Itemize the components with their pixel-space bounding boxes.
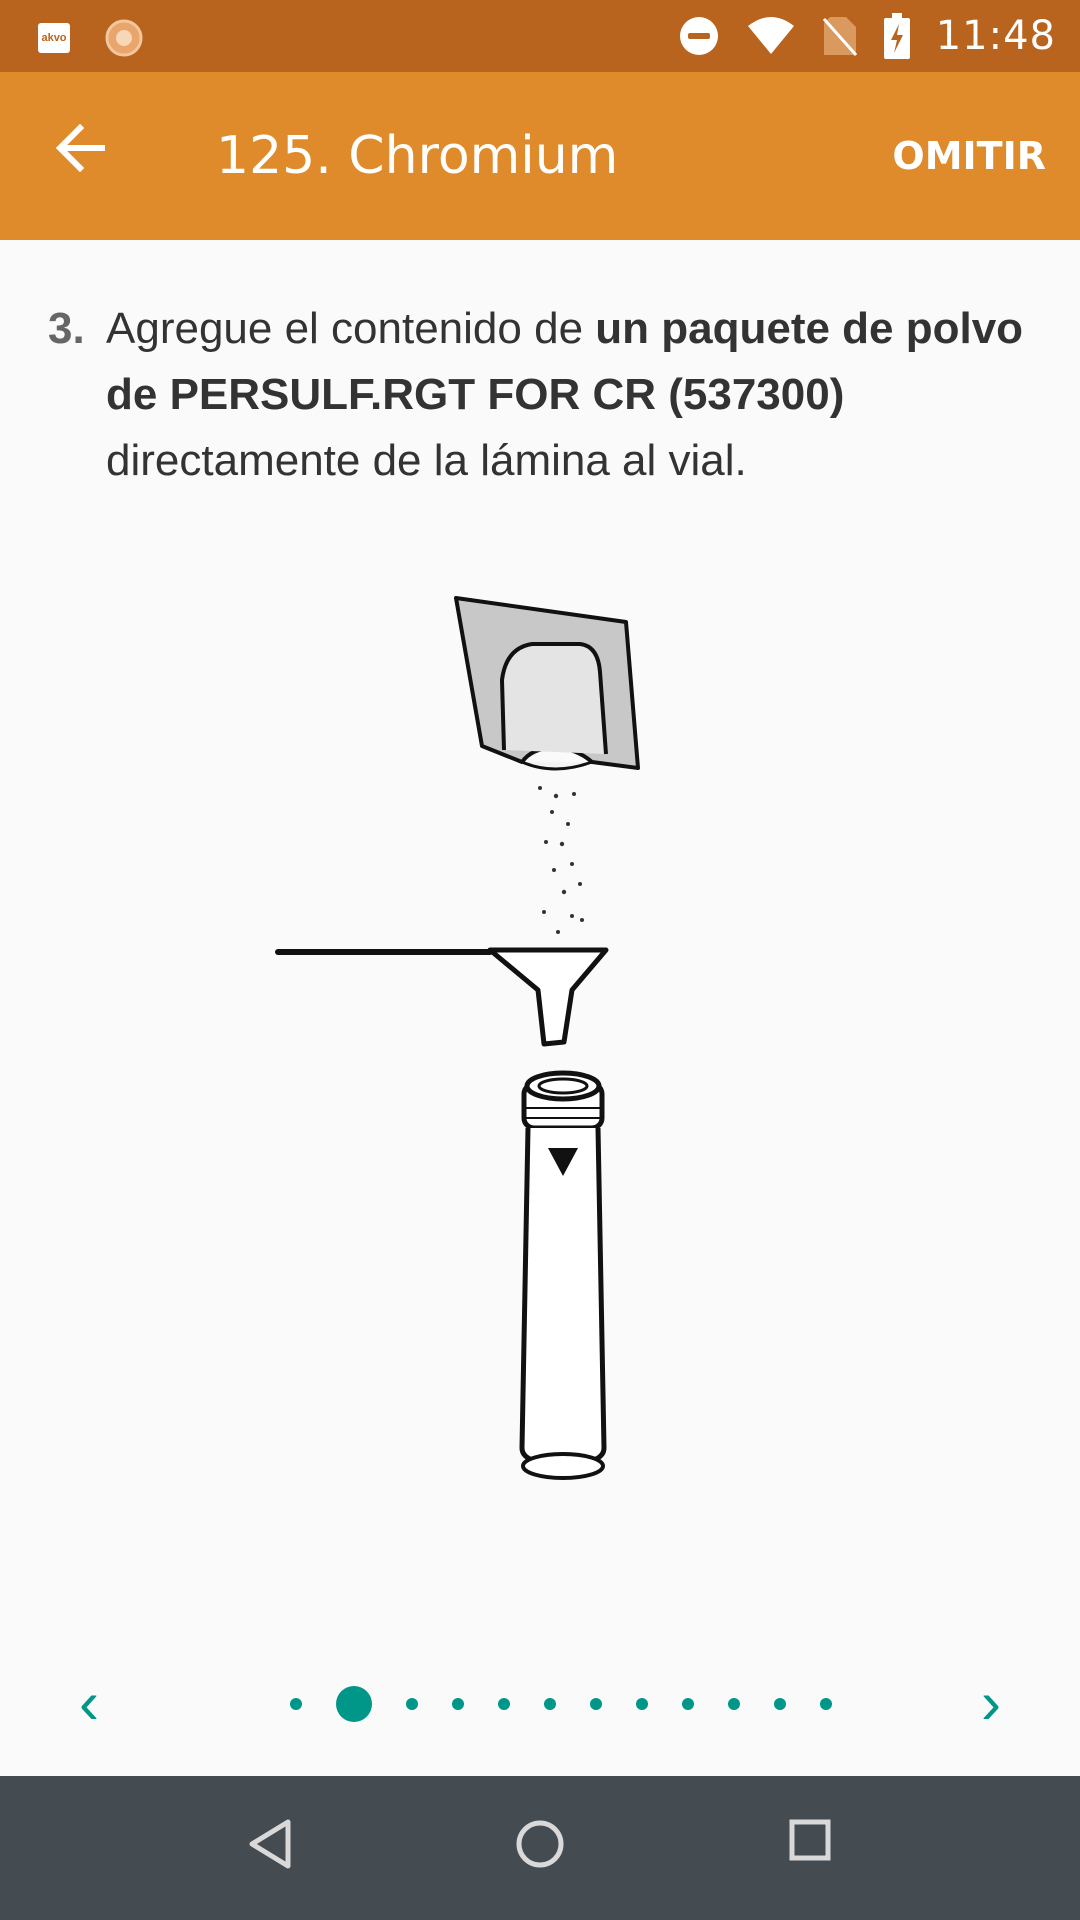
page-dot[interactable] [636,1698,648,1710]
funnel-image [275,947,609,1047]
next-step-button[interactable]: › [956,1668,1026,1738]
powder-particles [538,786,584,934]
page-dot[interactable] [290,1698,302,1710]
page-title: 125. Chromium [216,126,619,186]
do-not-disturb-icon [679,17,718,55]
clock: 11:48 [935,13,1056,59]
page-dot[interactable] [336,1686,372,1722]
page-dot[interactable] [774,1698,786,1710]
page-dot[interactable] [498,1698,510,1710]
back-triangle-icon[interactable] [248,1818,292,1870]
page-dot[interactable] [544,1698,556,1710]
prev-step-button[interactable]: ‹ [54,1668,124,1738]
page-dot[interactable] [406,1698,418,1710]
home-circle-icon[interactable] [514,1818,566,1870]
back-button[interactable] [48,116,128,196]
page-dot[interactable] [820,1698,832,1710]
step-text-after: directamente de la lámina al vial. [106,436,747,485]
page-dot[interactable] [682,1698,694,1710]
status-bar: akvo 11:48 [0,0,1080,72]
page-dot[interactable] [452,1698,464,1710]
chevron-left-icon: ‹ [79,1669,99,1736]
chevron-right-icon: › [981,1669,1001,1736]
step-text-before: Agregue el contenido de [106,304,596,353]
instruction-illustration [275,596,640,1480]
battery-charging-icon [883,13,910,59]
loader-icon [105,19,143,57]
system-nav-bar [0,1776,1080,1920]
no-sim-icon [822,17,857,56]
page-indicator [290,1684,832,1724]
arrow-left-icon [55,123,105,173]
vial-image [519,1070,607,1480]
wifi-icon [747,17,794,54]
powder-packet-image [454,596,640,771]
page-dot[interactable] [590,1698,602,1710]
page-dot[interactable] [728,1698,740,1710]
akvo-icon: akvo [38,23,70,53]
app-bar: 125. Chromium OMITIR [0,72,1080,240]
step-text: Agregue el contenido de un paquete de po… [106,296,1056,494]
step-pager: ‹ › [0,1660,1080,1750]
skip-button[interactable]: OMITIR [892,134,1046,178]
recents-square-icon[interactable] [788,1818,832,1862]
step-number: 3. [48,304,85,353]
